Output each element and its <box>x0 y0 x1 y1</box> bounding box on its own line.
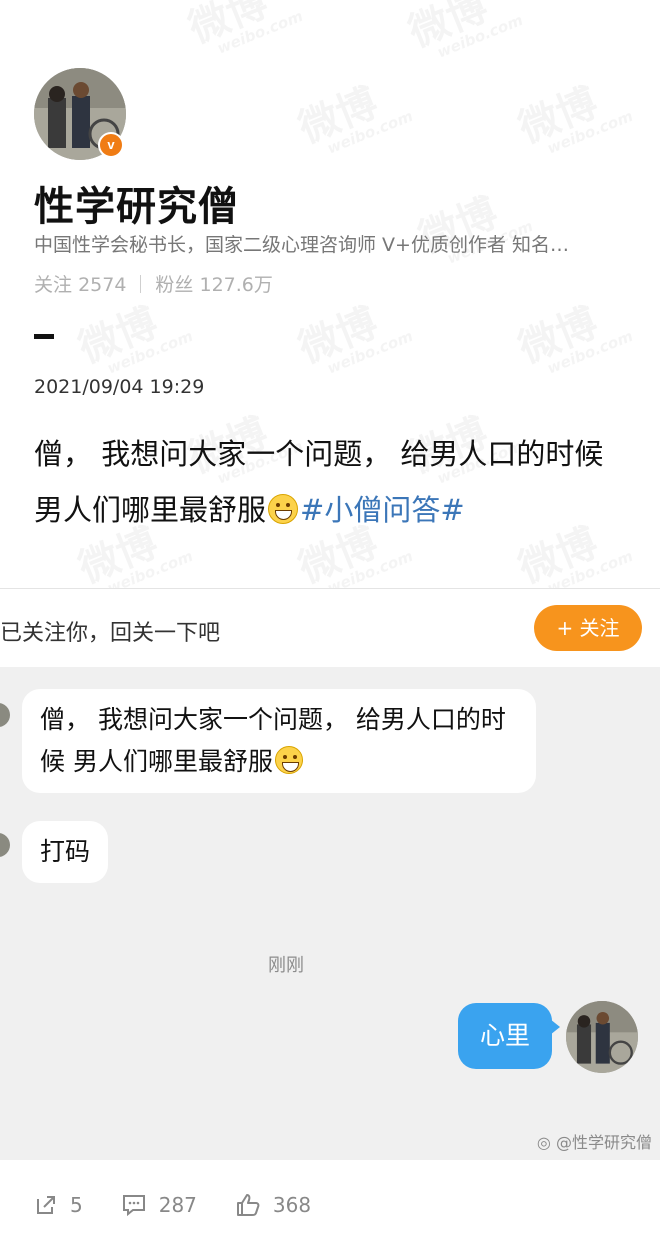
sent-message: 心里 <box>458 1003 561 1069</box>
sender-avatar <box>0 703 10 727</box>
comment-button[interactable]: 287 <box>121 1193 197 1217</box>
following-stat[interactable]: 关注 2574 <box>34 270 126 297</box>
post-actions: 5 287 368 <box>34 1192 349 1218</box>
post-topic-link[interactable]: #小僧问答# <box>300 493 465 527</box>
followers-stat[interactable]: 粉丝 127.6万 <box>155 270 272 297</box>
follow-button[interactable]: + 关注 <box>534 605 642 651</box>
follow-back-prompt: 已关注你，回关一下吧 <box>0 621 221 646</box>
weibo-credit: ◎ @性学研究僧 <box>536 1133 652 1152</box>
comment-icon <box>122 1195 145 1217</box>
thumbs-up-icon <box>236 1194 260 1216</box>
self-avatar <box>566 1001 638 1073</box>
post-date: 2021/09/04 19:29 <box>34 376 205 398</box>
received-message: 打码 <box>22 821 109 883</box>
message-timestamp: 刚刚 <box>268 955 304 976</box>
sender-avatar <box>0 833 10 857</box>
stats-divider <box>140 274 142 293</box>
post-body: 僧， 我想问大家一个问题， 给男人口的时候 男人们哪里最舒服 #小僧问答# <box>34 426 624 538</box>
chat-screenshot: 已关注你，回关一下吧 + 关注 僧， 我想问大家一个问题， 给男人口的时候 男人… <box>0 588 660 1160</box>
like-button[interactable]: 368 <box>235 1192 311 1218</box>
grinning-face-emoji-icon <box>268 494 299 524</box>
repost-icon <box>37 1196 55 1214</box>
author-name[interactable]: 性学研究僧 <box>34 174 239 232</box>
follow-back-bar: 已关注你，回关一下吧 + 关注 <box>0 589 660 667</box>
received-message: 僧， 我想问大家一个问题， 给男人口的时候 男人们哪里最舒服 <box>22 689 536 793</box>
weibo-logo-icon: ◎ <box>536 1133 551 1152</box>
avatar-photo <box>566 1001 638 1073</box>
grinning-face-emoji-icon <box>274 746 303 774</box>
section-divider-mark <box>34 334 54 339</box>
author-stats: 关注 2574 粉丝 127.6万 <box>34 270 273 297</box>
repost-button[interactable]: 5 <box>34 1193 83 1217</box>
author-bio: 中国性学会秘书长，国家二级心理咨询师 V+优质创作者 知名… <box>34 234 569 256</box>
verified-badge-icon: v <box>98 132 124 158</box>
